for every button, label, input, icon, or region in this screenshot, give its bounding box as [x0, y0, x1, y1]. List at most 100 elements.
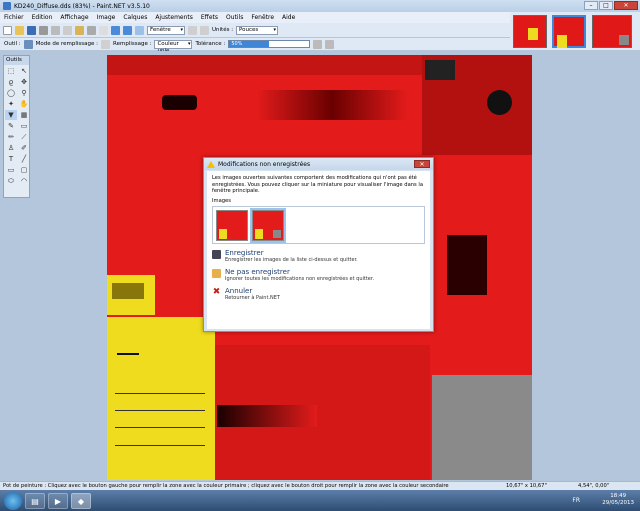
unsaved-changes-dialog: Modifications non enregistrées ✕ Les ima… [203, 157, 434, 332]
save-icon[interactable] [27, 25, 36, 35]
open-folder-icon[interactable] [15, 25, 24, 35]
tools-window-title: Outils [4, 56, 29, 65]
tool-options-bar: Outil : Mode de remplissage : Remplissag… [0, 38, 510, 54]
blend-mode-icon[interactable] [325, 39, 335, 49]
media-player-taskbar-button[interactable]: ▶ [48, 492, 68, 509]
fill-mode-icon[interactable] [101, 39, 111, 49]
explorer-taskbar-button[interactable]: ▤ [25, 492, 45, 509]
fill-select[interactable]: Couleur unie [154, 39, 193, 54]
maximize-button[interactable]: □ [599, 1, 613, 10]
tolerance-slider[interactable]: 50% [228, 40, 311, 48]
image-thumbnail[interactable] [592, 15, 632, 48]
menu-image[interactable]: Image [93, 14, 120, 21]
menu-fichier[interactable]: Fichier [0, 14, 28, 21]
print-icon[interactable] [39, 25, 48, 35]
main-toolbar: Fenêtre Unités : Pouces [0, 23, 510, 38]
window-title: KD240_Diffuse.dds (83%) - Paint.NET v3.5… [14, 2, 150, 10]
status-text: Pot de peinture : Cliquez avec le bouton… [3, 483, 449, 489]
paintnet-taskbar-button[interactable]: ◆ [71, 492, 91, 509]
pencil-icon[interactable]: ✏ [5, 132, 17, 142]
warning-icon [207, 160, 215, 168]
menu-affichage[interactable]: Affichage [56, 14, 92, 21]
cancel-icon: ✖ [212, 287, 221, 297]
undo-icon[interactable] [111, 25, 120, 35]
menu-bar: Fichier Edition Affichage Image Calques … [0, 12, 510, 23]
gradient-icon[interactable]: ▦ [18, 110, 30, 120]
eraser-icon[interactable]: ▭ [18, 121, 30, 131]
dialog-close-button[interactable]: ✕ [414, 160, 430, 168]
menu-outils[interactable]: Outils [222, 14, 247, 21]
cursor-position-readout: 4,54", 0,00" [578, 483, 610, 489]
copy-icon[interactable] [63, 25, 72, 35]
ellipse-select-icon[interactable]: ◯ [5, 88, 17, 98]
menu-ajustements[interactable]: Ajustements [151, 14, 197, 21]
image-thumbnail-active[interactable] [552, 15, 586, 48]
menu-edition[interactable]: Edition [28, 14, 57, 21]
minimize-button[interactable]: – [584, 1, 598, 10]
save-option-desc: Enregistrer les images de la liste ci-de… [225, 256, 358, 263]
rectangle-select-icon[interactable]: ⬚ [5, 66, 17, 76]
move-selection-icon[interactable]: ↖ [18, 66, 30, 76]
clock-date: 29/05/2013 [602, 500, 634, 506]
image-thumbnail[interactable] [513, 15, 547, 48]
ellipse-icon[interactable]: ⬭ [5, 176, 17, 186]
line-icon[interactable]: ╱ [18, 154, 30, 164]
color-picker-icon[interactable]: ⟋ [18, 132, 30, 142]
pan-icon[interactable]: ✋ [18, 99, 30, 109]
image-thumbnails-strip [510, 12, 640, 51]
crop-icon[interactable] [87, 25, 96, 35]
paintnet-app-icon [3, 2, 11, 10]
unsaved-image-thumbnail[interactable] [216, 210, 248, 241]
units-label: Unités : [212, 27, 234, 33]
lasso-icon[interactable]: ϱ [5, 77, 17, 87]
zoom-mode-select[interactable]: Fenêtre [147, 25, 185, 35]
magic-wand-icon[interactable]: ✦ [5, 99, 17, 109]
image-size-readout: 10,67" x 10,67" [506, 483, 547, 489]
dont-save-option-desc: Ignorer toutes les modifications non enr… [225, 275, 375, 282]
deselect-icon[interactable] [99, 25, 108, 35]
clock-time: 18:49 [610, 493, 627, 499]
units-select[interactable]: Pouces [236, 25, 279, 35]
paint-bucket-tool-icon[interactable]: ▼ [5, 110, 17, 120]
save-option[interactable]: Enregistrer Enregistrer les images de la … [212, 250, 425, 263]
menu-fenetre[interactable]: Fenêtre [247, 14, 278, 21]
fill-label: Remplissage : [113, 41, 152, 47]
cut-icon[interactable] [51, 25, 60, 35]
paste-icon[interactable] [75, 25, 84, 35]
status-bar: Pot de peinture : Cliquez avec le bouton… [0, 481, 640, 490]
ruler-icon[interactable] [200, 25, 209, 35]
cancel-option-desc: Retourner à Paint.NET [225, 294, 280, 301]
tool-label: Outil : [4, 41, 21, 47]
unsaved-image-thumbnail-selected[interactable] [250, 208, 286, 243]
menu-calques[interactable]: Calques [119, 14, 151, 21]
close-window-button[interactable]: ✕ [614, 1, 638, 10]
menu-effets[interactable]: Effets [197, 14, 222, 21]
rounded-rect-icon[interactable]: ▢ [18, 165, 30, 175]
language-indicator[interactable]: FR [572, 497, 580, 504]
dont-save-option[interactable]: Ne pas enregistrer Ignorer toutes les mod… [212, 269, 425, 282]
fill-mode-label: Mode de remplissage : [35, 41, 99, 47]
start-button[interactable] [4, 491, 22, 510]
cancel-option[interactable]: ✖ Annuler Retourner à Paint.NET [212, 288, 425, 301]
zoom-icon[interactable] [135, 25, 144, 35]
recolor-icon[interactable]: ✐ [18, 143, 30, 153]
dialog-message: Les images ouvertes suivantes comportent… [212, 175, 424, 194]
move-icon[interactable]: ✥ [18, 77, 30, 87]
zoom-tool-icon[interactable]: ⚲ [18, 88, 30, 98]
system-clock[interactable]: 18:49 29/05/2013 [602, 493, 634, 507]
redo-icon[interactable] [123, 25, 132, 35]
clone-stamp-icon[interactable]: ♙ [5, 143, 17, 153]
rectangle-icon[interactable]: ▭ [5, 165, 17, 175]
windows-taskbar: ▤ ▶ ◆ FR 18:49 29/05/2013 [0, 490, 640, 511]
freeform-shape-icon[interactable]: ◠ [18, 176, 30, 186]
tolerance-value: 50% [231, 41, 243, 47]
tolerance-label: Tolérance : [195, 41, 226, 47]
grid-icon[interactable] [188, 25, 197, 35]
antialias-icon[interactable] [313, 39, 323, 49]
paint-bucket-icon[interactable] [23, 39, 33, 49]
menu-aide[interactable]: Aide [278, 14, 299, 21]
paintbrush-icon[interactable]: ✎ [5, 121, 17, 131]
text-icon[interactable]: T [5, 154, 17, 164]
new-file-icon[interactable] [3, 25, 12, 35]
save-icon [212, 250, 221, 259]
